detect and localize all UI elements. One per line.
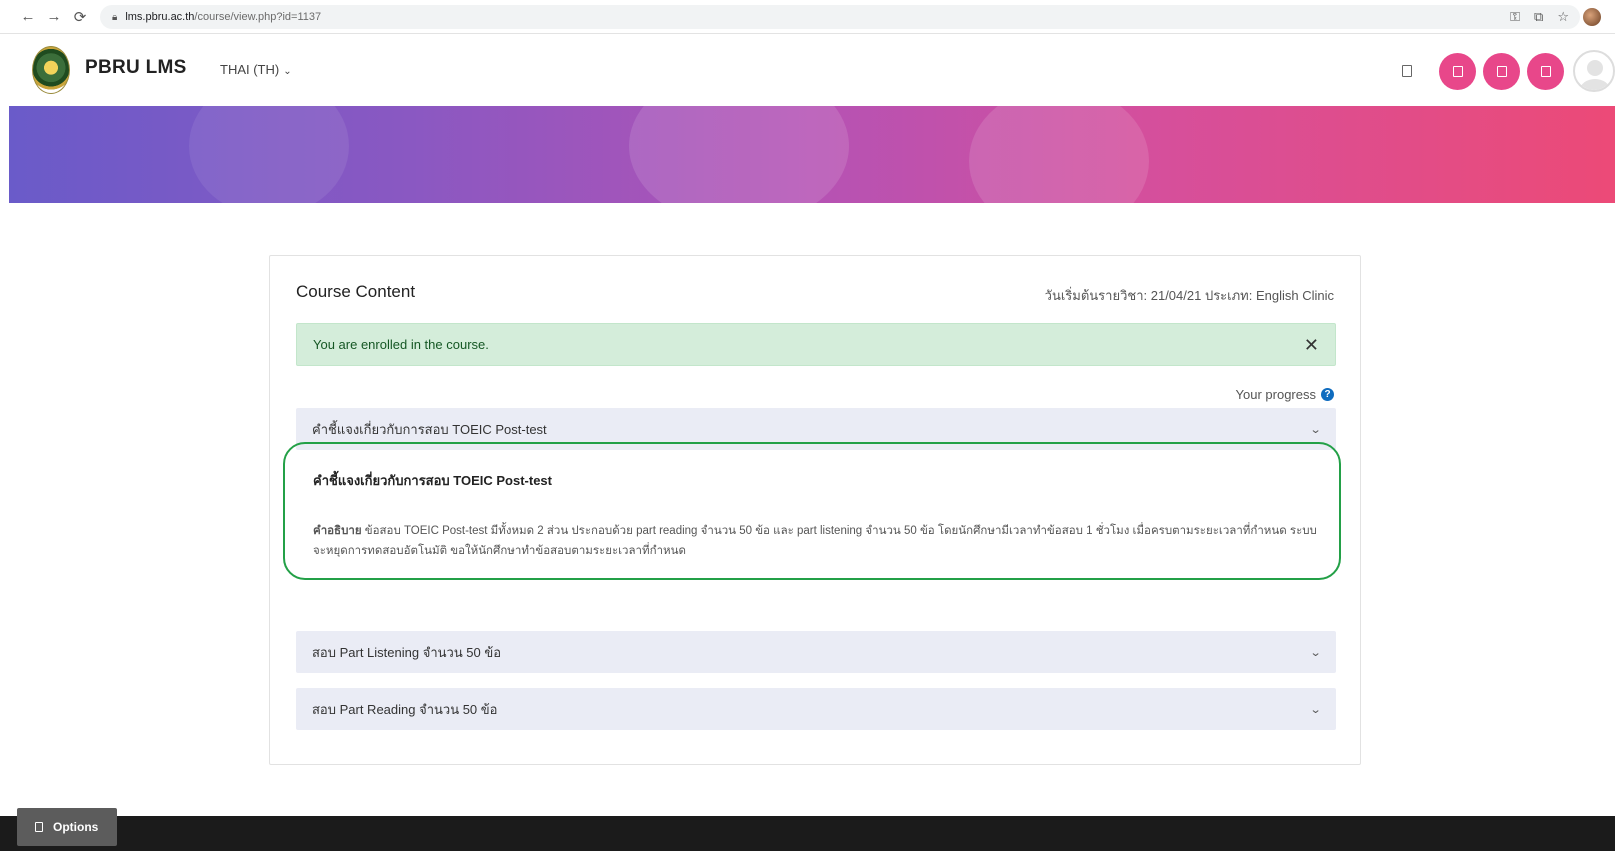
- browser-actions: ⚿ ⧉ ☆: [1510, 8, 1601, 26]
- browser-toolbar: ← → ⟳ 🔒︎ lms.pbru.ac.th/course/view.php?…: [0, 0, 1615, 34]
- section-title: คำชี้แจงเกี่ยวกับการสอบ TOEIC Post-test: [312, 421, 547, 437]
- notification-icon[interactable]: [1402, 65, 1412, 77]
- chevron-down-icon[interactable]: ⌄: [1309, 646, 1321, 659]
- banner-highlight: [969, 106, 1149, 203]
- page-footer: [0, 816, 1615, 851]
- description-label: คำอธิบาย: [313, 525, 362, 537]
- section-title: สอบ Part Reading จำนวน 50 ข้อ: [312, 701, 498, 717]
- url-host: lms.pbru.ac.th: [125, 11, 195, 23]
- options-icon: [35, 822, 43, 832]
- profile-avatar[interactable]: [1583, 8, 1601, 26]
- site-brand[interactable]: PBRU LMS: [85, 57, 187, 79]
- enrolled-alert: You are enrolled in the course. ✕: [296, 323, 1336, 366]
- chevron-down-icon: ⌄: [283, 66, 292, 77]
- language-menu[interactable]: THAI (TH) ⌄: [220, 62, 292, 77]
- address-bar[interactable]: 🔒︎ lms.pbru.ac.th/course/view.php?id=113…: [100, 5, 1580, 29]
- forward-icon[interactable]: →: [44, 7, 64, 27]
- square-icon: [1452, 65, 1463, 77]
- progress-indicator: Your progress ?: [1236, 387, 1334, 402]
- site-header: PBRU LMS THAI (TH) ⌄: [0, 34, 1615, 106]
- section-header-reading[interactable]: สอบ Part Reading จำนวน 50 ข้อ ⌄: [296, 688, 1336, 730]
- header-button-1[interactable]: [1439, 52, 1476, 90]
- progress-label: Your progress: [1235, 387, 1316, 402]
- square-icon: [1496, 65, 1507, 77]
- topic-heading: คำชี้แจงเกี่ยวกับการสอบ TOEIC Post-test: [313, 473, 552, 488]
- lock-icon: 🔒︎: [112, 11, 118, 23]
- header-actions: [1402, 50, 1615, 92]
- help-icon[interactable]: ?: [1321, 388, 1334, 401]
- page-title: Course Content: [296, 282, 416, 301]
- reload-icon[interactable]: ⟳: [70, 7, 90, 27]
- user-avatar[interactable]: [1573, 50, 1615, 92]
- alert-text: You are enrolled in the course.: [313, 337, 489, 352]
- university-logo[interactable]: [32, 46, 70, 94]
- banner-highlight: [629, 106, 849, 203]
- url-path: /course/view.php?id=1137: [194, 11, 322, 23]
- course-banner: [9, 106, 1615, 203]
- chevron-down-icon[interactable]: ⌄: [1309, 423, 1321, 436]
- topic-description: คำอธิบาย ข้อสอบ TOEIC Post-test มีทั้งหม…: [313, 521, 1318, 561]
- chevron-down-icon[interactable]: ⌄: [1309, 703, 1321, 716]
- language-label: THAI (TH): [220, 62, 280, 77]
- translate-icon[interactable]: ⧉: [1534, 9, 1543, 25]
- section-title: สอบ Part Listening จำนวน 50 ข้อ: [312, 644, 502, 660]
- options-label: Options: [53, 820, 99, 834]
- key-icon[interactable]: ⚿: [1510, 9, 1520, 25]
- header-button-3[interactable]: [1527, 52, 1564, 90]
- banner-highlight: [189, 106, 349, 203]
- square-icon: [1540, 65, 1551, 77]
- course-meta: วันเริ่มต้นรายวิชา: 21/04/21 ประเภท: Eng…: [1044, 288, 1334, 303]
- options-button[interactable]: Options: [17, 808, 117, 846]
- star-icon[interactable]: ☆: [1557, 9, 1569, 25]
- course-content-card: Course Content วันเริ่มต้นรายวิชา: 21/04…: [269, 255, 1361, 765]
- section-header-listening[interactable]: สอบ Part Listening จำนวน 50 ข้อ ⌄: [296, 631, 1336, 673]
- header-button-2[interactable]: [1483, 52, 1520, 90]
- close-icon[interactable]: ✕: [1304, 336, 1319, 354]
- back-icon[interactable]: ←: [18, 7, 38, 27]
- topic-summary: คำชี้แจงเกี่ยวกับการสอบ TOEIC Post-test …: [283, 442, 1341, 580]
- description-text: ข้อสอบ TOEIC Post-test มีทั้งหมด 2 ส่วน …: [313, 525, 1317, 557]
